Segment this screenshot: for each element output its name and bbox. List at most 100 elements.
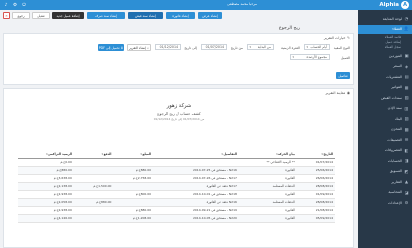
sidebar-subitem-2[interactable]: سجل العملاء <box>358 45 412 50</box>
table-row: 26/06/2014 الفاتورة N217 - مستحق في 26-07-… <box>18 174 335 183</box>
sidebar-item-0[interactable]: ◔ لوحة المتابعة <box>358 14 412 23</box>
table-cell <box>113 182 154 191</box>
sidebar-item-label: الحسابات <box>387 158 402 163</box>
sidebar-item-2[interactable]: ▣ الموردين <box>358 51 412 60</box>
add-receipt-button[interactable]: إنشاء سند قبض <box>128 12 163 19</box>
sidebar-item-14[interactable]: ▲ التقارير <box>358 177 412 186</box>
sidebar-item-12[interactable]: ◨ الحسابات <box>358 156 412 165</box>
power-icon[interactable]: ⏻ <box>21 2 27 8</box>
table-cell: N217 دفعة عن الفاتورة <box>153 182 239 191</box>
search-icon: ⌕ <box>147 45 149 50</box>
sidebar-item-7[interactable]: ▥ سند الإذن <box>358 104 412 113</box>
table-cell: 01/07/2014 <box>296 158 335 167</box>
type-label: النوع المقيد <box>333 46 350 50</box>
table-cell: ** الرصيد الافتتاحي ** <box>238 158 297 167</box>
sidebar-item-11[interactable]: ◧ المصروفات <box>358 146 412 155</box>
table-cell <box>113 198 154 207</box>
table-cell: 2,758.00ج.م <box>113 174 154 183</box>
customer-select[interactable]: مجموع الأرصدة <box>290 54 330 60</box>
to-date-input[interactable]: 01/12/2014 <box>155 44 181 50</box>
sidebar-item-4[interactable]: ▤ المشتريات <box>358 72 412 81</box>
close-button[interactable]: ✕ <box>3 12 10 19</box>
period-select[interactable]: من البداية <box>247 44 274 50</box>
table-cell: 880.00ج.م <box>73 198 114 207</box>
gear-icon[interactable]: ⚙ <box>12 2 18 8</box>
sidebar-item-label: التقارير <box>391 179 402 184</box>
report-options-header[interactable]: ✎ خيارات التقرير <box>324 36 350 40</box>
col-description[interactable]: بيان الحركة⇅ <box>238 150 297 159</box>
table-cell: N218 - مستحق في 01-10-2014 <box>153 190 239 199</box>
tag-icon: ◈ <box>404 63 409 69</box>
sidebar-item-13[interactable]: ◩ التسويق <box>358 167 412 176</box>
table-cell: 3,638.00ج.م <box>18 174 74 183</box>
table-cell: N219 - مستحق في 21-09-2014 <box>153 206 239 215</box>
page-title: ربح الرجوع <box>278 26 300 31</box>
sidebar-item-label: المصروفات <box>384 148 402 152</box>
add-payment-button[interactable]: إنشاء سند صرف <box>87 12 125 19</box>
table-cell <box>73 174 114 183</box>
sidebar-item-16[interactable]: ⚙ الإعدادات <box>358 198 412 207</box>
add-estimate-button[interactable]: إنشاء عرض <box>198 12 222 19</box>
sidebar-item-10[interactable]: ☰ التصنيفات <box>358 135 412 144</box>
report-options-panel: ✎ خيارات التقرير النوع المقيد أيام الحسا… <box>3 33 354 85</box>
download-pdf-label: تحميل إلى PDF <box>98 45 120 50</box>
top-icon-group: ⏻ ⚙ ♪ <box>3 2 27 9</box>
table-cell: الدفعات المستلمة <box>238 182 297 191</box>
sidebar: ◔ لوحة المتابعة 👤 العملاء قائمة العملاء إضافة… <box>358 10 412 248</box>
cart-icon: ▤ <box>404 74 409 79</box>
bell-icon[interactable]: ♪ <box>3 2 9 8</box>
download-pdf-button[interactable]: ⬇ تحميل إلى PDF <box>98 44 124 51</box>
back-button[interactable]: رجوع <box>12 12 30 19</box>
sidebar-item-1[interactable]: 👤 العملاء <box>358 24 412 34</box>
table-cell: الفاتورة <box>238 206 297 215</box>
table-row: 01/09/2014 الفاتورة N218 - مستحق في 01-10-… <box>18 190 335 199</box>
company-name: شركة زهور <box>166 103 192 109</box>
sidebar-item-3[interactable]: ◈ السعر <box>358 62 412 71</box>
sidebar-item-label: لوحة المتابعة <box>382 16 402 21</box>
table-row: 01/07/2014 ** الرصيد الافتتاحي ** 0.00ج.م <box>18 158 335 167</box>
from-date-input[interactable]: 01/07/2014 <box>201 44 227 50</box>
truck-icon: ▣ <box>404 53 409 58</box>
add-invoice-button[interactable]: إنشاء فاتورة <box>166 12 195 19</box>
table-cell: 28/08/2014 <box>296 198 335 207</box>
brand[interactable]: A Alphia <box>379 1 409 9</box>
add-client-button[interactable]: إضافة عميل جديد <box>52 12 84 19</box>
sidebar-item-6[interactable]: ▧ سندات القبض <box>358 93 412 102</box>
table-cell: الفاتورة <box>238 166 297 175</box>
settings-icon: ⚙ <box>404 200 409 205</box>
table-cell: 2,938.00ج.م <box>18 190 74 199</box>
bank-icon: ▨ <box>404 116 409 121</box>
col-balance[interactable]: الرصيد التراكمي⇅ <box>18 150 74 159</box>
generate-report-button[interactable]: ⌕ إنشاء التقرير <box>127 44 151 51</box>
col-details[interactable]: التفاصيل⇅ <box>153 150 239 159</box>
report-subtitle: كشف حساب ل ربح الرجوع <box>157 111 201 116</box>
table-cell: 880.00ج.م <box>18 166 74 175</box>
type-select[interactable]: أيام الحساب <box>304 44 330 50</box>
sidebar-item-label: المشتريات <box>386 74 402 79</box>
table-cell <box>73 166 114 175</box>
edit-button[interactable]: تعديل <box>32 12 50 19</box>
wallet-icon: ◧ <box>404 147 409 153</box>
col-date[interactable]: التاريخ⇅ <box>296 150 335 159</box>
calc-icon: ◨ <box>404 158 409 163</box>
sidebar-item-label: الإعدادات <box>387 200 402 205</box>
table-cell: الفاتورة <box>238 190 297 199</box>
table-cell: N217 - مستحق في 26-07-2014 <box>153 174 239 183</box>
sidebar-item-15[interactable]: ◪ المحاسبة <box>358 188 412 197</box>
details-button[interactable]: تفاصيل <box>336 72 350 79</box>
table-cell: الدفعات المستلمة <box>238 198 297 207</box>
sidebar-item-8[interactable]: ▨ البنك <box>358 114 412 123</box>
users-icon: 👤 <box>403 26 409 31</box>
download-icon: ⬇ <box>120 45 124 50</box>
sidebar-item-9[interactable]: ▩ المخزن <box>358 125 412 134</box>
megaphone-icon: ◩ <box>404 168 409 174</box>
eye-icon: ◉ <box>346 91 350 95</box>
sidebar-item-label: الفواتير <box>391 85 402 89</box>
table-cell: 2,138.00ج.م <box>18 182 74 191</box>
col-amount[interactable]: المبلغ⇅ <box>113 150 154 159</box>
table-row: 21/08/2014 الفاتورة N219 - مستحق في 21-09-… <box>18 206 335 215</box>
table-cell <box>73 190 114 199</box>
sidebar-item-5[interactable]: ▦ الفواتير <box>358 83 412 92</box>
col-payment[interactable]: الدفع⇅ <box>73 150 114 159</box>
user-greeting[interactable]: مرحبا محمد مصطفى <box>227 2 257 6</box>
